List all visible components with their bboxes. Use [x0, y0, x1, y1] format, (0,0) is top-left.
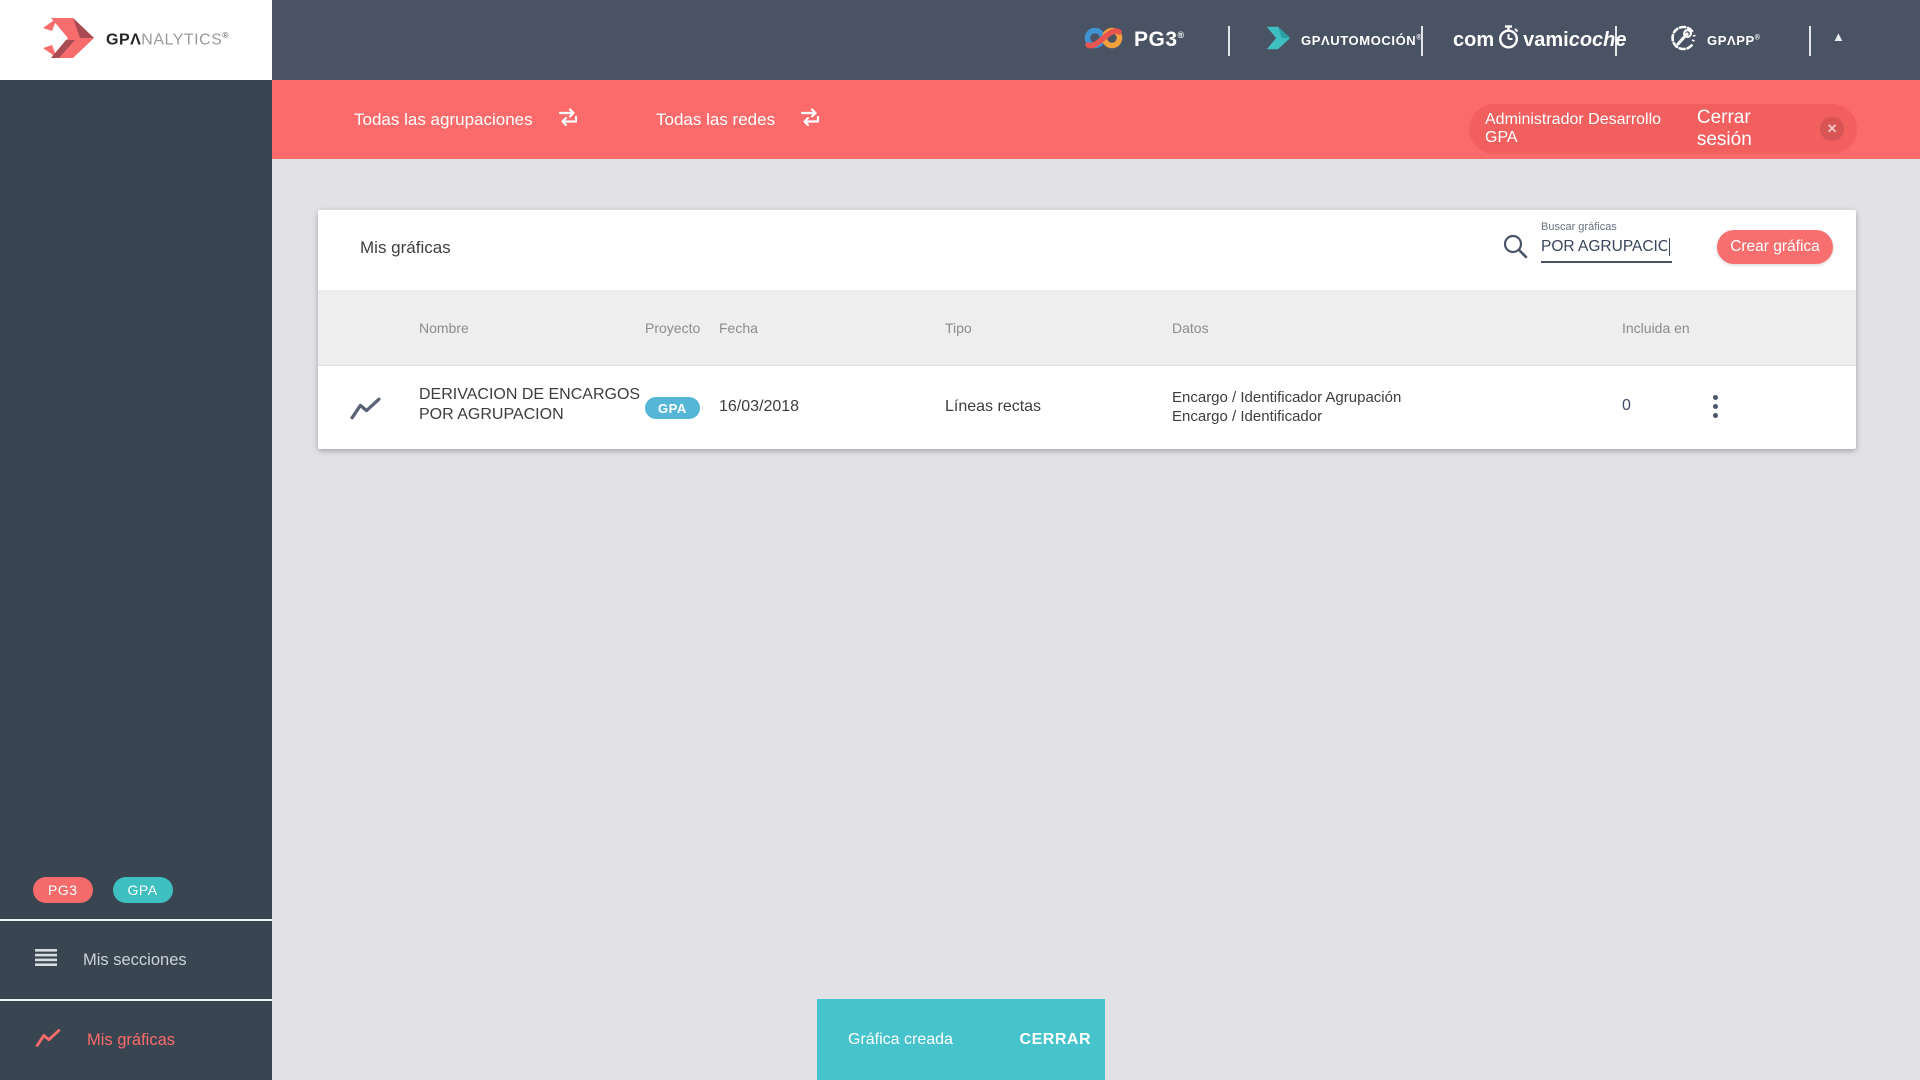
pg3-wordmark: PG3®: [1134, 28, 1185, 51]
header-separator: [1421, 26, 1423, 56]
cell-incluida-en: 0: [1622, 397, 1631, 414]
comprovamicoche-logo[interactable]: com vamicoche: [1453, 0, 1627, 80]
pg3-infinity-icon: [1083, 24, 1125, 57]
column-header-datos: Datos: [1172, 320, 1209, 336]
card-header: Mis gráficas Buscar gráficas Crear gráfi…: [318, 210, 1856, 290]
row-menu-kebab-icon[interactable]: [1711, 393, 1720, 420]
cell-fecha: 16/03/2018: [719, 398, 800, 415]
sidebar-item-mis-graficas[interactable]: Mis gráficas: [0, 999, 272, 1080]
app-root: GPΛNALYTICS® PG3 GPA Mis secciones Mis g…: [0, 0, 1920, 1080]
column-header-proyecto: Proyecto: [645, 320, 701, 336]
logout-close-icon[interactable]: ✕: [1820, 117, 1844, 141]
sidebar-bottom: PG3 GPA Mis secciones Mis gráficas: [0, 877, 272, 1080]
filter-redes[interactable]: Todas las redes: [656, 80, 821, 159]
sidebar: GPΛNALYTICS® PG3 GPA Mis secciones Mis g…: [0, 0, 272, 1080]
stopwatch-icon: [1497, 24, 1520, 56]
gpanalytics-arrow-icon: [40, 16, 96, 65]
snackbar-message: Gráfica creada: [848, 1030, 953, 1048]
gpautomocion-wordmark: GPΛUTOMOCIÓN®: [1301, 32, 1423, 48]
cell-datos: Encargo / Identificador Agrupación Encar…: [1172, 388, 1401, 426]
filter-bar: Todas las agrupaciones Todas las redes A…: [272, 80, 1920, 159]
project-badge-gpa: GPA: [645, 397, 700, 419]
datos-line-2: Encargo / Identificador: [1172, 408, 1323, 425]
cell-tipo: Líneas rectas: [945, 398, 1042, 415]
datos-line-1: Encargo / Identificador Agrupación: [1172, 389, 1402, 406]
top-header: PG3® GPΛUTOMOCIÓN® com vamicoche GPΛPP® …: [272, 0, 1920, 80]
column-header-nombre: Nombre: [419, 320, 469, 336]
line-chart-icon: [35, 1028, 61, 1053]
sidebar-badges: PG3 GPA: [0, 877, 272, 903]
table-row[interactable]: DERIVACION DE ENCARGOS POR AGRUPACION GP…: [318, 366, 1856, 448]
header-separator: [1615, 26, 1617, 56]
badge-gpa[interactable]: GPA: [112, 877, 173, 903]
vamicoche-text: vamicoche: [1523, 28, 1627, 51]
logout-button[interactable]: Cerrar sesión ✕: [1697, 107, 1844, 151]
gpapp-gauge-icon: [1668, 23, 1698, 58]
sidebar-item-label: Mis gráficas: [87, 1031, 176, 1049]
filter-agrupaciones-label: Todas las agrupaciones: [354, 109, 533, 129]
cell-nombre: DERIVACION DE ENCARGOS POR AGRUPACION: [419, 386, 641, 423]
snackbar: Gráfica creada CERRAR: [817, 999, 1105, 1080]
header-separator: [1809, 26, 1811, 56]
text-cursor: [1668, 238, 1670, 256]
search-field: Buscar gráficas: [1541, 221, 1672, 263]
pg3-logo[interactable]: PG3®: [1083, 0, 1185, 80]
search-icon[interactable]: [1502, 233, 1529, 265]
column-header-incluida-en: Incluida en: [1622, 320, 1690, 336]
column-header-tipo: Tipo: [945, 320, 972, 336]
gpautomocion-logo[interactable]: GPΛUTOMOCIÓN®: [1264, 0, 1422, 80]
search-input-underline: [1541, 236, 1672, 263]
line-chart-icon: [350, 396, 381, 426]
page-title: Mis gráficas: [360, 238, 451, 257]
column-header-fecha: Fecha: [719, 320, 758, 336]
gpapp-wordmark: GPΛPP®: [1707, 32, 1761, 48]
create-grafica-button[interactable]: Crear gráfica: [1717, 230, 1833, 264]
gpautomocion-arrow-icon: [1264, 24, 1292, 57]
header-separator: [1228, 26, 1230, 56]
user-session-pill: Administrador Desarrollo GPA Cerrar sesi…: [1469, 104, 1857, 154]
gpapp-logo[interactable]: GPΛPP®: [1668, 0, 1761, 80]
sidebar-item-mis-secciones[interactable]: Mis secciones: [0, 919, 272, 999]
badge-pg3[interactable]: PG3: [33, 877, 93, 903]
swap-icon[interactable]: [557, 107, 579, 132]
collapse-header-arrow-icon[interactable]: ▲: [1832, 29, 1845, 44]
logout-label: Cerrar sesión: [1696, 107, 1752, 150]
sidebar-item-label: Mis secciones: [83, 950, 187, 969]
table-header-row: Nombre Proyecto Fecha Tipo Datos Incluid…: [318, 290, 1856, 366]
com-text: com: [1453, 28, 1495, 51]
filter-redes-label: Todas las redes: [656, 109, 776, 129]
current-user-label: Administrador Desarrollo GPA: [1485, 111, 1662, 146]
filter-agrupaciones[interactable]: Todas las agrupaciones: [354, 80, 579, 159]
search-input[interactable]: [1541, 236, 1667, 261]
snackbar-close-button[interactable]: CERRAR: [1020, 1031, 1091, 1049]
swap-icon[interactable]: [799, 107, 821, 132]
gpanalytics-wordmark: GPΛNALYTICS®: [106, 30, 229, 49]
search-field-label: Buscar gráficas: [1541, 221, 1617, 233]
gpanalytics-logo[interactable]: GPΛNALYTICS®: [0, 0, 272, 80]
graficas-card: Mis gráficas Buscar gráficas Crear gráfi…: [318, 210, 1856, 449]
menu-icon: [35, 949, 57, 971]
